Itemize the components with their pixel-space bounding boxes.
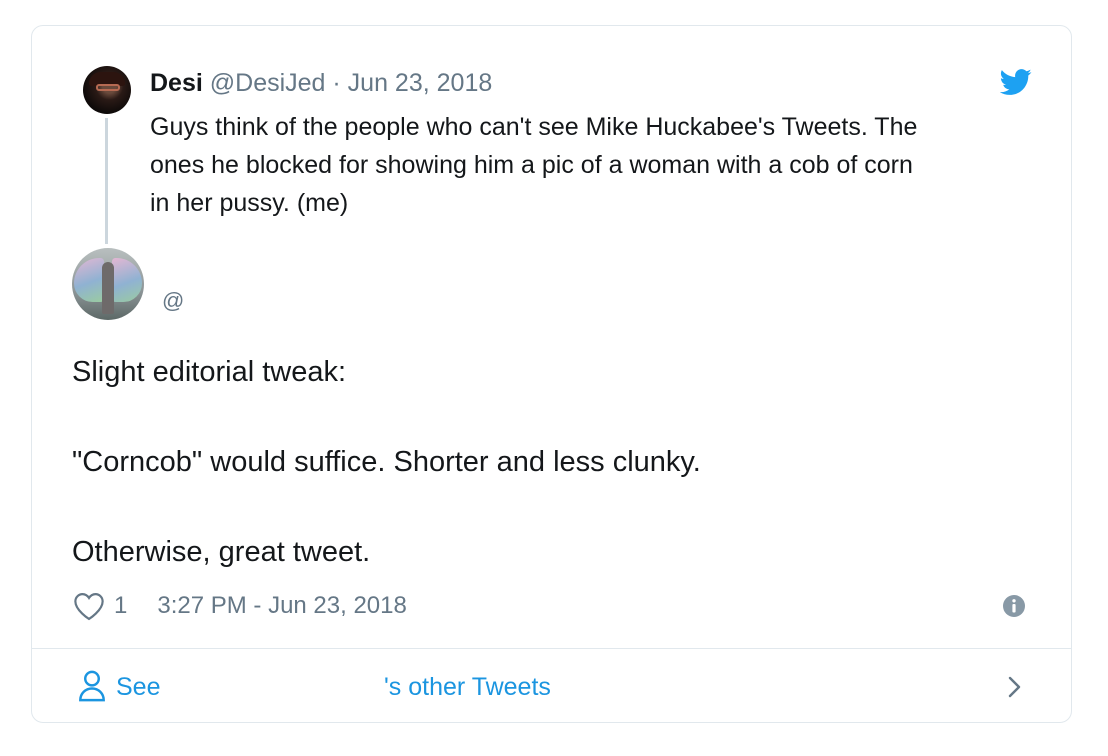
quoted-tweet-text: Guys think of the people who can't see M… xyxy=(150,113,918,217)
twitter-bird-icon[interactable] xyxy=(1000,66,1032,98)
tweet-meta-row: 1 3:27 PM - Jun 23, 2018 xyxy=(72,590,407,622)
person-icon xyxy=(79,670,105,702)
thread-connector-line xyxy=(105,118,108,244)
quoted-tweet-header: Desi @DesiJed · Jun 23, 2018 xyxy=(150,67,492,99)
footer-divider xyxy=(32,648,1071,649)
heart-icon[interactable] xyxy=(72,591,106,621)
quoted-user-avatar[interactable] xyxy=(83,66,131,114)
quoted-handle-date[interactable]: @DesiJed · Jun 23, 2018 xyxy=(210,69,492,97)
other-tweets-label[interactable]: 's other Tweets xyxy=(384,672,551,702)
tweet-text: Slight editorial tweak: "Corncob" would … xyxy=(72,356,701,568)
avatar-figure xyxy=(102,262,114,314)
author-handle[interactable]: @ xyxy=(162,288,184,314)
tweet-timestamp[interactable]: 3:27 PM - Jun 23, 2018 xyxy=(157,592,407,620)
chevron-right-icon[interactable] xyxy=(1004,674,1024,700)
see-other-tweets-link[interactable]: See 's other Tweets xyxy=(32,650,1071,722)
quoted-user-name[interactable]: Desi xyxy=(150,69,203,97)
see-label[interactable]: See xyxy=(116,672,160,702)
like-count[interactable]: 1 xyxy=(114,592,127,620)
info-icon[interactable] xyxy=(1002,594,1026,618)
avatar-glasses xyxy=(96,84,120,91)
avatar-wing-right xyxy=(112,258,142,302)
author-avatar[interactable] xyxy=(72,248,144,320)
avatar-wing-left xyxy=(74,258,104,302)
